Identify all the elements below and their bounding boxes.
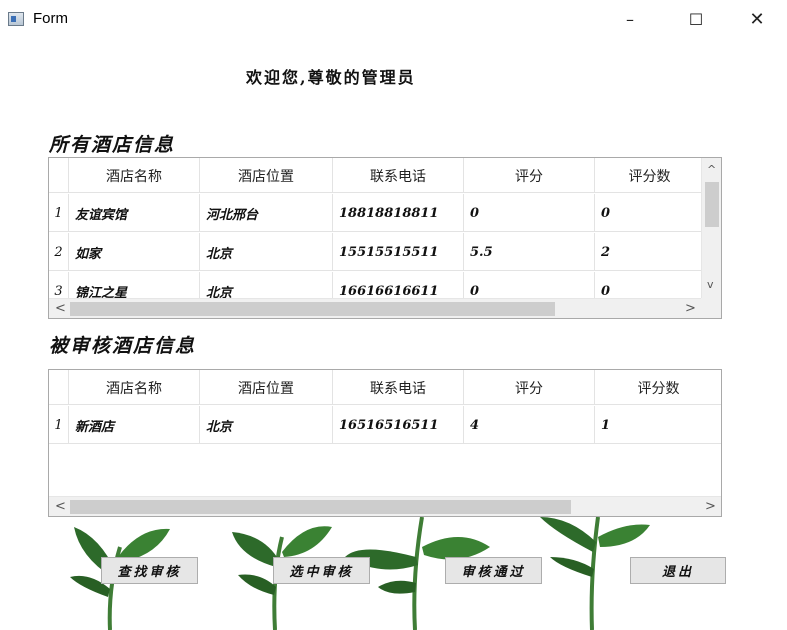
cell-score[interactable]: 5.5 (464, 233, 595, 271)
cell-name[interactable]: 新酒店 (69, 406, 200, 444)
cell-name[interactable]: 友谊宾馆 (69, 194, 200, 232)
vertical-scroll-thumb[interactable] (705, 182, 719, 227)
cell-score[interactable]: 0 (464, 194, 595, 232)
column-header-count[interactable]: 评分数 (595, 370, 721, 405)
cell-location[interactable]: 北京 (200, 233, 333, 271)
table-corner[interactable] (49, 158, 69, 193)
vertical-scrollbar[interactable]: ^ v (701, 158, 721, 299)
window-title: Form (33, 10, 68, 27)
table-header: 酒店名称 酒店位置 联系电话 评分 评分数 (49, 370, 721, 405)
cell-phone[interactable]: 15515515511 (333, 233, 464, 271)
cell-phone[interactable]: 16516516511 (333, 406, 464, 444)
column-header-phone[interactable]: 联系电话 (333, 158, 464, 193)
row-number[interactable]: 1 (49, 406, 69, 444)
scroll-left-arrow[interactable]: < (55, 302, 66, 315)
minimize-button[interactable]: – (607, 4, 653, 34)
column-header-count[interactable]: 评分数 (595, 158, 705, 193)
cell-location[interactable]: 北京 (200, 406, 333, 444)
table-corner[interactable] (49, 370, 69, 405)
all-hotels-title: 所有酒店信息 (49, 134, 176, 156)
all-hotels-table[interactable]: 酒店名称 酒店位置 联系电话 评分 评分数 1 友谊宾馆 河北邢台 188188… (48, 157, 722, 319)
cell-name[interactable]: 如家 (69, 233, 200, 271)
table-row[interactable]: 2 如家 北京 15515515511 5.5 2 (49, 233, 705, 271)
column-header-location[interactable]: 酒店位置 (200, 158, 333, 193)
title-bar: Form – ☐ ✕ (0, 0, 787, 38)
horizontal-scroll-thumb[interactable] (70, 500, 571, 514)
table-header: 酒店名称 酒店位置 联系电话 评分 评分数 (49, 158, 705, 193)
horizontal-scrollbar[interactable]: < > (49, 496, 721, 516)
scroll-right-arrow[interactable]: > (705, 500, 716, 513)
column-header-location[interactable]: 酒店位置 (200, 370, 333, 405)
scroll-right-arrow[interactable]: > (685, 302, 696, 315)
cell-score[interactable]: 4 (464, 406, 595, 444)
scroll-up-arrow[interactable]: ^ (707, 164, 716, 175)
column-header-phone[interactable]: 联系电话 (333, 370, 464, 405)
find-review-button[interactable]: 查找审核 (101, 557, 198, 584)
row-number[interactable]: 1 (49, 194, 69, 232)
exit-button[interactable]: 退出 (630, 557, 726, 584)
table-row[interactable]: 1 新酒店 北京 16516516511 4 1 (49, 406, 721, 444)
cell-phone[interactable]: 18818818811 (333, 194, 464, 232)
select-review-button[interactable]: 选中审核 (273, 557, 370, 584)
cell-count[interactable]: 0 (595, 194, 705, 232)
cell-count[interactable]: 1 (595, 406, 721, 444)
horizontal-scrollbar[interactable]: < > (49, 298, 701, 318)
scrollbar-corner (701, 298, 721, 318)
column-header-score[interactable]: 评分 (464, 370, 595, 405)
table-row[interactable]: 1 友谊宾馆 河北邢台 18818818811 0 0 (49, 194, 705, 232)
column-header-name[interactable]: 酒店名称 (69, 370, 200, 405)
scroll-left-arrow[interactable]: < (55, 500, 66, 513)
review-hotels-table[interactable]: 酒店名称 酒店位置 联系电话 评分 评分数 1 新酒店 北京 165165165… (48, 369, 722, 517)
review-hotels-title: 被审核酒店信息 (49, 335, 197, 357)
row-number[interactable]: 2 (49, 233, 69, 271)
maximize-button[interactable]: ☐ (673, 4, 719, 34)
close-button[interactable]: ✕ (734, 4, 780, 34)
approve-review-button[interactable]: 审核通过 (445, 557, 542, 584)
app-icon (8, 12, 24, 26)
column-header-name[interactable]: 酒店名称 (69, 158, 200, 193)
scroll-down-arrow[interactable]: v (707, 279, 714, 290)
cell-count[interactable]: 2 (595, 233, 705, 271)
horizontal-scroll-thumb[interactable] (70, 302, 555, 316)
cell-location[interactable]: 河北邢台 (200, 194, 333, 232)
greeting-label: 欢迎您,尊敬的管理员 (246, 68, 416, 87)
column-header-score[interactable]: 评分 (464, 158, 595, 193)
